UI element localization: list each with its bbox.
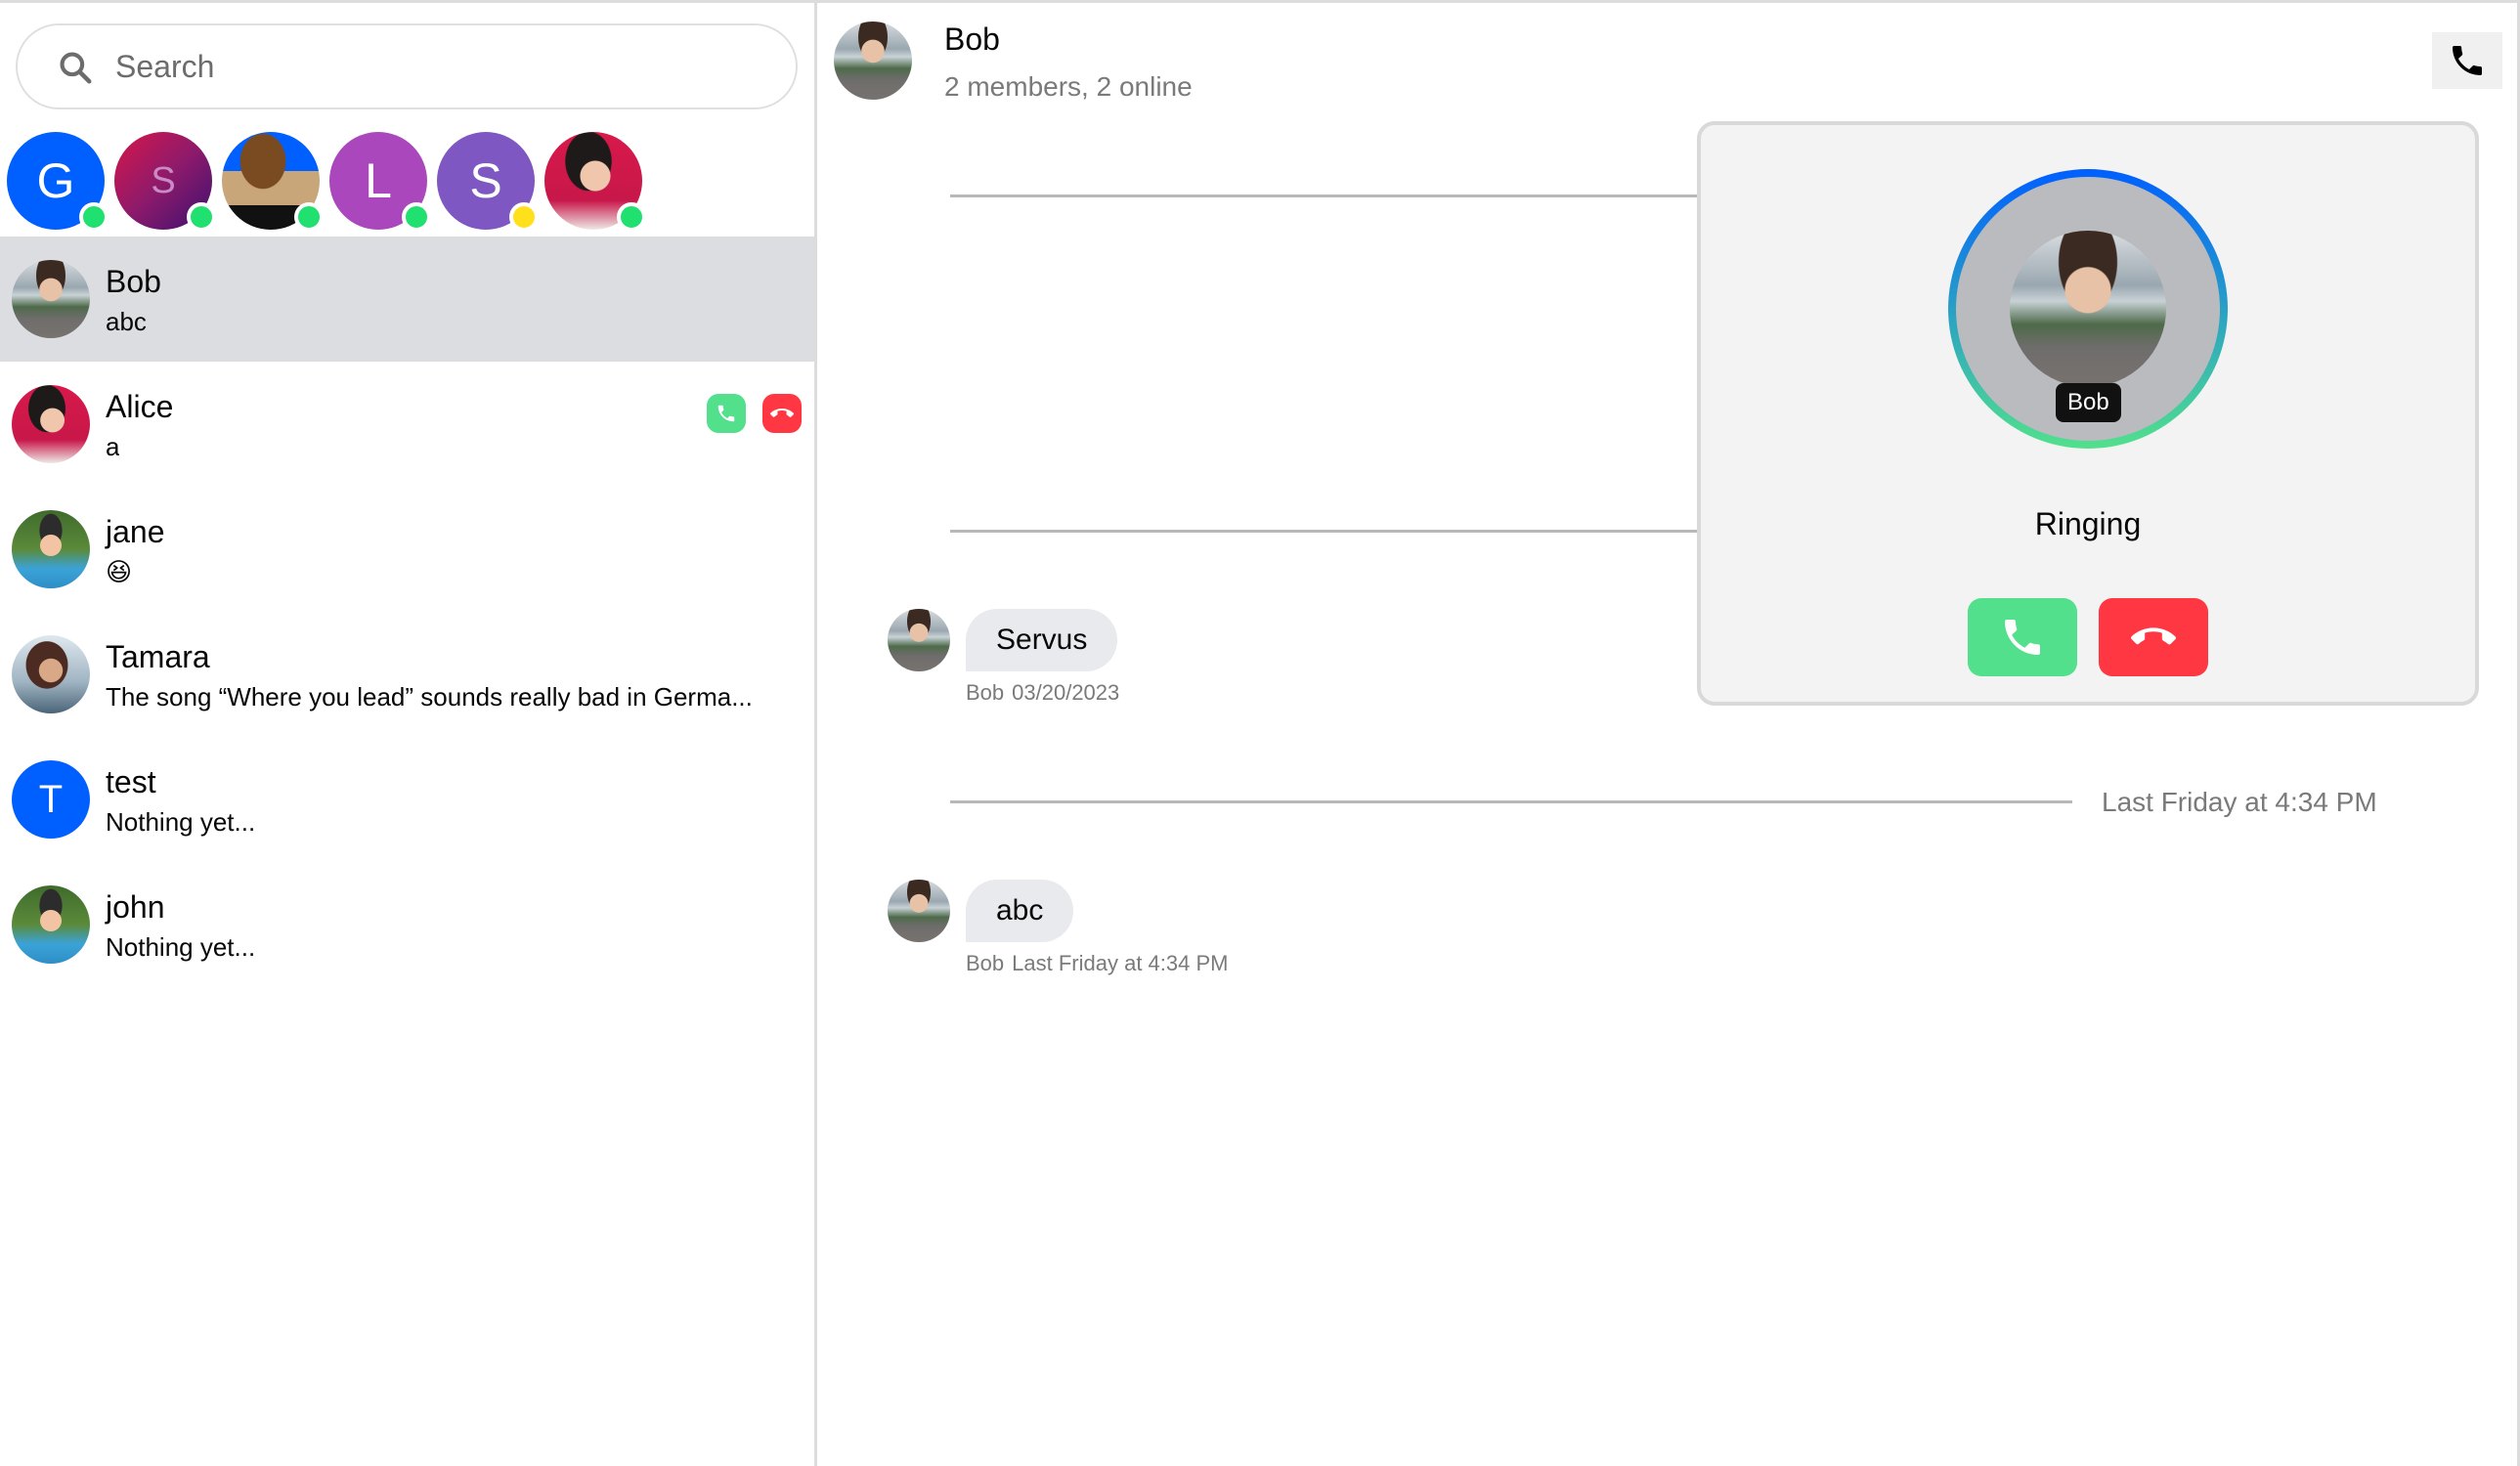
channel-header-avatar bbox=[834, 22, 912, 100]
decline-call-button[interactable] bbox=[2099, 598, 2208, 676]
decline-call-button[interactable] bbox=[762, 394, 802, 433]
accept-call-button[interactable] bbox=[707, 394, 746, 433]
channel-sidebar: G S L S Bob abc Alice a bbox=[0, 3, 817, 1466]
online-user-avatar[interactable] bbox=[544, 132, 646, 232]
online-user-avatar[interactable]: S bbox=[114, 132, 216, 232]
channel-preview: Nothing yet... bbox=[106, 932, 256, 962]
search-bar[interactable] bbox=[16, 23, 798, 109]
channel-preview: 😆 bbox=[106, 557, 133, 586]
status-online-indicator bbox=[79, 202, 109, 232]
message-meta: Bob 03/20/2023 bbox=[966, 680, 1119, 706]
status-online-indicator bbox=[402, 202, 431, 232]
message-author: Bob bbox=[966, 680, 1005, 705]
avatar bbox=[12, 885, 90, 964]
channel-name: Bob bbox=[106, 264, 161, 299]
avatar-initial: G bbox=[36, 153, 75, 208]
channel-preview: Nothing yet... bbox=[106, 807, 256, 837]
hang-up-icon bbox=[2131, 627, 2176, 645]
caller-avatar bbox=[2010, 231, 2166, 387]
phone-icon bbox=[2453, 46, 2482, 75]
avatar: T bbox=[12, 760, 90, 839]
channel-preview: a bbox=[106, 432, 120, 461]
avatar bbox=[12, 385, 90, 463]
channel-preview: abc bbox=[106, 307, 147, 336]
online-users-row: G S L S bbox=[0, 128, 817, 236]
avatar bbox=[12, 260, 90, 338]
channel-preview: The song “Where you lead” sounds really … bbox=[106, 682, 753, 711]
search-input[interactable] bbox=[115, 35, 760, 98]
status-online-indicator bbox=[617, 202, 646, 232]
status-away-indicator bbox=[509, 202, 539, 232]
avatar bbox=[12, 510, 90, 588]
caller-avatar-backdrop: Bob bbox=[1956, 177, 2220, 441]
caller-name-label: Bob bbox=[2056, 383, 2121, 422]
message-bubble[interactable]: abc bbox=[966, 880, 1074, 942]
channel-header-subtitle: 2 members, 2 online bbox=[944, 71, 1193, 102]
status-online-indicator bbox=[187, 202, 216, 232]
channel-name: Alice bbox=[106, 389, 174, 424]
avatar-initial: S bbox=[151, 159, 176, 201]
channel-item-alice[interactable]: Alice a bbox=[0, 362, 814, 487]
search-icon bbox=[60, 52, 92, 84]
message-avatar bbox=[888, 880, 950, 942]
avatar-initial: T bbox=[38, 777, 64, 821]
online-user-avatar[interactable] bbox=[222, 132, 324, 232]
call-status: Ringing bbox=[2034, 506, 2142, 541]
avatar-initial: L bbox=[365, 153, 392, 208]
message-bubble[interactable]: Servus bbox=[966, 609, 1118, 671]
status-online-indicator bbox=[294, 202, 324, 232]
date-separator-label: Last Friday at 4:34 PM bbox=[2102, 787, 2377, 817]
caller-avatar-ring: Bob bbox=[1948, 169, 2228, 449]
channel-item-jane[interactable]: jane 😆 bbox=[0, 487, 814, 612]
avatar bbox=[12, 635, 90, 713]
message-author: Bob bbox=[966, 951, 1005, 975]
channel-header-title: Bob bbox=[944, 22, 1000, 57]
message-meta: Bob Last Friday at 4:34 PM bbox=[966, 951, 1228, 976]
online-user-avatar[interactable]: S bbox=[437, 132, 539, 232]
channel-name: Tamara bbox=[106, 639, 210, 674]
channel-item-tamara[interactable]: Tamara The song “Where you lead” sounds … bbox=[0, 612, 814, 737]
date-separator-line bbox=[950, 800, 2072, 803]
incoming-call-dialog: Bob Ringing bbox=[1697, 121, 2479, 706]
message-avatar bbox=[888, 609, 950, 671]
channel-list: Bob abc Alice a jane 😆 Tamara The song “… bbox=[0, 237, 814, 987]
channel-name: john bbox=[106, 889, 165, 925]
phone-icon bbox=[2005, 620, 2040, 655]
channel-item-bob[interactable]: Bob abc bbox=[0, 237, 814, 362]
avatar-initial: S bbox=[469, 153, 502, 208]
message-timestamp: 03/20/2023 bbox=[1012, 680, 1120, 705]
message-text: abc bbox=[996, 894, 1044, 927]
channel-item-john[interactable]: john Nothing yet... bbox=[0, 862, 814, 987]
channel-name: test bbox=[106, 764, 156, 799]
start-call-button[interactable] bbox=[2432, 32, 2502, 89]
online-user-avatar[interactable]: G bbox=[7, 132, 109, 232]
phone-icon bbox=[717, 405, 735, 422]
channel-item-test[interactable]: T test Nothing yet... bbox=[0, 737, 814, 862]
online-user-avatar[interactable]: L bbox=[329, 132, 431, 232]
message-text: Servus bbox=[996, 624, 1088, 656]
hang-up-icon bbox=[770, 409, 794, 417]
accept-call-button[interactable] bbox=[1968, 598, 2077, 676]
message-timestamp: Last Friday at 4:34 PM bbox=[1012, 951, 1229, 975]
channel-name: jane bbox=[106, 514, 165, 549]
